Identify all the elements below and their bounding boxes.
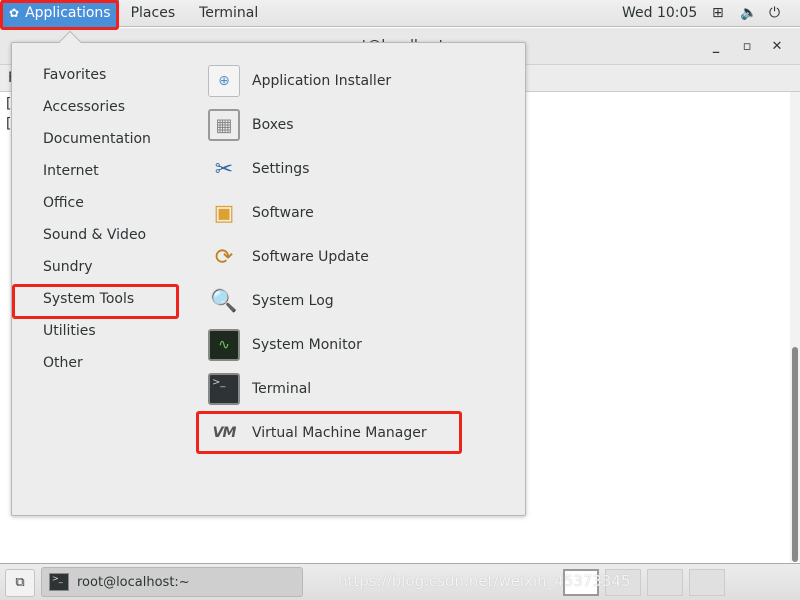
- network-icon[interactable]: ⊞: [712, 5, 724, 21]
- terminal-app-menu[interactable]: Terminal: [187, 0, 270, 27]
- boxes-icon: ▦: [208, 109, 240, 141]
- shopping-bag-icon: ⊕: [208, 65, 240, 97]
- app-terminal[interactable]: >_ Terminal: [208, 369, 311, 409]
- taskbar-item-terminal[interactable]: >_ root@localhost:~: [41, 567, 303, 597]
- magnifier-icon: 🔍: [210, 288, 238, 314]
- terminal-icon: >_: [49, 573, 69, 591]
- category-system-tools[interactable]: System Tools: [43, 289, 134, 309]
- category-sound-video[interactable]: Sound & Video: [43, 225, 146, 245]
- category-documentation[interactable]: Documentation: [43, 129, 151, 149]
- clock[interactable]: Wed 10:05: [622, 5, 697, 21]
- power-icon[interactable]: ⏻: [769, 5, 780, 21]
- app-software[interactable]: ▣ Software: [208, 193, 314, 233]
- maximize-button[interactable]: ▫: [737, 28, 757, 65]
- monitor-graph-icon: ∿: [208, 329, 240, 361]
- app-software-update[interactable]: ⟳ Software Update: [208, 237, 369, 277]
- applications-menu-button[interactable]: ✿ Applications: [1, 0, 119, 27]
- tools-icon: ✂: [214, 156, 234, 182]
- app-application-installer[interactable]: ⊕ Application Installer: [208, 61, 391, 101]
- app-system-monitor[interactable]: ∿ System Monitor: [208, 325, 362, 365]
- category-other[interactable]: Other: [43, 353, 83, 373]
- applications-menu: Favorites Accessories Documentation Inte…: [11, 30, 526, 516]
- places-menu-button[interactable]: Places: [119, 0, 188, 27]
- app-boxes[interactable]: ▦ Boxes: [208, 105, 294, 145]
- scrollbar[interactable]: [790, 92, 800, 562]
- volume-icon[interactable]: 🔈: [740, 5, 757, 21]
- package-icon: ▣: [213, 200, 235, 226]
- category-utilities[interactable]: Utilities: [43, 321, 96, 341]
- software-update-icon: ⟳: [214, 244, 234, 270]
- bottom-taskbar: ⧉ >_ root@localhost:~ https://blog.csdn.n…: [0, 563, 800, 600]
- workspace-4[interactable]: [689, 569, 725, 596]
- watermark: https://blog.csdn.net/weixin_45373345: [338, 572, 631, 590]
- vmm-logo-icon: VM: [212, 425, 237, 441]
- workspace-3[interactable]: [647, 569, 683, 596]
- app-system-log[interactable]: 🔍 System Log: [208, 281, 333, 321]
- app-settings[interactable]: ✂ Settings: [208, 149, 310, 189]
- app-virtual-machine-manager[interactable]: VM Virtual Machine Manager: [208, 413, 427, 453]
- show-desktop-button[interactable]: ⧉: [5, 569, 35, 597]
- terminal-icon: >_: [208, 373, 240, 405]
- category-favorites[interactable]: Favorites: [43, 65, 106, 85]
- top-bar: ✿ Applications Places Terminal Wed 10:05 …: [0, 0, 800, 27]
- close-button[interactable]: ✕: [767, 28, 787, 65]
- scrollbar-thumb[interactable]: [792, 347, 798, 562]
- category-internet[interactable]: Internet: [43, 161, 99, 181]
- gnome-foot-icon: ✿: [9, 6, 20, 20]
- category-sundry[interactable]: Sundry: [43, 257, 93, 277]
- category-office[interactable]: Office: [43, 193, 84, 213]
- minimize-button[interactable]: _: [706, 28, 726, 65]
- category-accessories[interactable]: Accessories: [43, 97, 125, 117]
